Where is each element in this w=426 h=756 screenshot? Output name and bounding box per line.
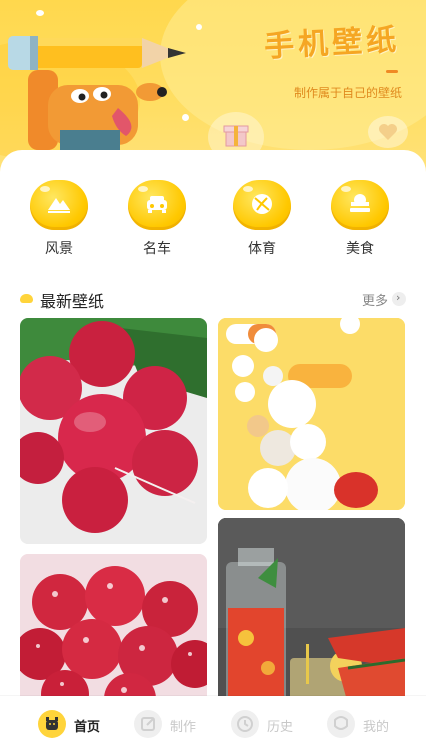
category-bubble — [128, 180, 186, 230]
wallpaper-card-frosted-berry[interactable] — [20, 554, 207, 704]
section-marker-icon — [20, 294, 33, 303]
chef-hat-icon — [350, 194, 370, 212]
mountain-icon — [48, 198, 70, 213]
bottom-tab-bar: 首页 制作 历史 我的 — [0, 696, 426, 756]
drink-image — [218, 518, 405, 704]
category-label: 体育 — [248, 241, 276, 257]
tab-home[interactable]: 首页 — [38, 710, 128, 740]
berry-image — [20, 554, 207, 704]
sparkle-decoration — [36, 10, 44, 16]
tab-create[interactable]: 制作 — [134, 710, 224, 740]
heart-icon[interactable] — [368, 116, 408, 148]
category-sports[interactable]: 体育 — [229, 180, 295, 258]
category-cars[interactable]: 名车 — [124, 180, 190, 258]
section-title: 最新壁纸 — [40, 292, 105, 311]
edit-icon — [134, 710, 162, 738]
category-label: 美食 — [346, 241, 374, 257]
car-icon — [147, 196, 167, 213]
chevron-right-icon[interactable]: › — [392, 291, 406, 306]
home-icon — [38, 710, 66, 738]
category-bubble — [30, 180, 88, 230]
category-label: 名车 — [143, 241, 171, 257]
tab-label: 历史 — [267, 720, 294, 735]
ball-icon — [252, 194, 272, 214]
tab-label: 首页 — [74, 720, 101, 735]
category-food[interactable]: 美食 — [327, 180, 393, 258]
category-bubble — [233, 180, 291, 230]
tab-label: 我的 — [363, 720, 390, 735]
pills-image — [218, 318, 405, 510]
category-scenery[interactable]: 风景 — [26, 180, 92, 258]
tab-profile[interactable]: 我的 — [327, 710, 417, 740]
mascot-illustration — [8, 36, 186, 160]
app-subtitle: 制作属于自己的壁纸 — [293, 86, 402, 100]
tab-history[interactable]: 历史 — [231, 710, 321, 740]
category-row: 风景 名车 体育 美食 — [0, 180, 426, 260]
user-icon — [327, 710, 355, 738]
wallpaper-card-watermelon-drink[interactable] — [218, 518, 405, 704]
title-dash — [386, 70, 398, 73]
more-link[interactable]: 更多 — [362, 290, 388, 309]
tab-label: 制作 — [170, 720, 197, 735]
radishes-image — [20, 318, 207, 544]
app-title: 手机壁纸 — [263, 22, 402, 65]
category-bubble — [331, 180, 389, 230]
category-label: 风景 — [45, 241, 73, 257]
wallpaper-card-pills[interactable] — [218, 318, 405, 510]
clock-icon — [231, 710, 259, 738]
latest-wallpapers-header: 最新壁纸 更多 › — [20, 288, 406, 312]
header-banner: 手机壁纸 制作属于自己的壁纸 — [0, 0, 426, 175]
wallpaper-card-radishes[interactable] — [20, 318, 207, 544]
